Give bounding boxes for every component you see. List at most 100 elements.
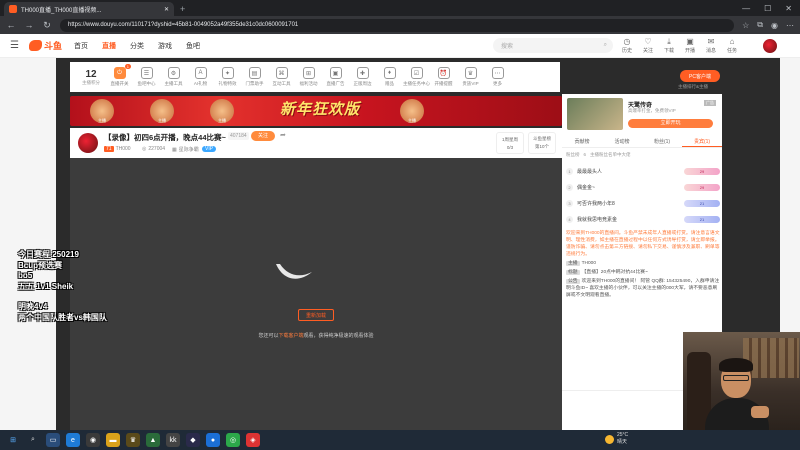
search-icon[interactable]: ⌕ (604, 42, 607, 49)
app-icon[interactable]: ● (206, 433, 220, 447)
tool-item[interactable]: ▣ 直播广告 (322, 67, 349, 87)
nav-games[interactable]: 游戏 (158, 41, 172, 51)
maximize-icon[interactable]: ☐ (764, 4, 771, 13)
tab-vip[interactable]: 贵宾(1) (682, 136, 722, 147)
search-input[interactable]: 搜索 ⌕ (493, 38, 613, 53)
reload-icon[interactable]: ↻ (42, 20, 52, 31)
video-player[interactable]: 重新加载 您还可以下载客户端观看，获得纯净极速的观看体验 (70, 158, 562, 430)
tool-item[interactable]: ⚙ 主播工具 (160, 67, 187, 87)
nav-category[interactable]: 分类 (130, 41, 144, 51)
star-rank-box[interactable]: 斗鱼星榜 第10个 (528, 132, 556, 154)
share-icon[interactable]: ➦ (280, 131, 286, 139)
tool-item[interactable]: ⊞ 福利活动 (295, 67, 322, 87)
history-button[interactable]: ◷ 历史 (620, 37, 634, 54)
rank-row[interactable]: 2 偶金金~ 29 (566, 182, 720, 192)
tool-item[interactable]: ✚ 正版周边 (349, 67, 376, 87)
tab-contribution[interactable]: 贡献榜 (562, 136, 602, 147)
weather-widget[interactable]: 25°C 晴天 (605, 432, 628, 446)
game-ad[interactable]: 天鹭传奇 高爆率打金，免费领VIP 立即开玩 广告 (564, 96, 720, 132)
close-window-icon[interactable]: ✕ (785, 4, 792, 13)
new-year-banner[interactable]: 主播 主播 主播 新年狂欢版 主播 (70, 96, 562, 126)
pc-client-button[interactable]: PC客户端 (680, 70, 720, 82)
start-icon[interactable]: ⊞ (6, 433, 20, 447)
tool-item[interactable]: ♦ 赠品 (376, 67, 403, 87)
reload-button[interactable]: 重新加载 (298, 309, 334, 321)
folder-icon[interactable]: ▬ (106, 433, 120, 447)
task-view-icon[interactable]: ▭ (46, 433, 60, 447)
header-icons: ◷ 历史 ♡ 关注 ⤓ 下载 ▣ 开播 ✉ 消息 ⌂ 任务 (620, 37, 739, 54)
browser-tab[interactable]: TH000直播_TH000直播视频... ✕ (4, 2, 174, 16)
tool-item[interactable]: ⌘ 互动工具 (268, 67, 295, 87)
app-icon[interactable]: ◆ (186, 433, 200, 447)
back-icon[interactable]: ← (6, 20, 16, 30)
nav-live[interactable]: 直播 (102, 41, 116, 51)
bookmark-star-icon[interactable]: ☆ (742, 21, 749, 30)
tool-item[interactable]: ⏰ 开播提醒 (430, 67, 457, 87)
menu-dots-icon[interactable]: ⋯ (786, 21, 794, 30)
user-avatar[interactable] (762, 38, 778, 54)
tool-label: 主播任务中心 (403, 81, 430, 86)
tool-label: 赠品 (385, 81, 394, 86)
game-app-icon[interactable]: ♛ (126, 433, 140, 447)
new-tab-icon[interactable]: + (180, 4, 185, 14)
minimize-icon[interactable]: — (742, 4, 750, 13)
tool-item[interactable]: ☰ 鱼吧中心 (133, 67, 160, 87)
messages-button[interactable]: ✉ 消息 (704, 37, 718, 54)
tool-item[interactable]: ♛ 贵族VIP (457, 67, 484, 87)
url-field[interactable]: https://www.douyu.com/110171?dyshid=45b8… (60, 18, 735, 32)
tool-icon: ⊞ (302, 67, 315, 79)
tool-item[interactable]: A AI礼物 (187, 67, 214, 87)
chrome-icon[interactable]: ◉ (86, 433, 100, 447)
nav-fishbar[interactable]: 鱼吧 (186, 41, 200, 51)
weekly-star-box[interactable]: 1周星周 0/3 (496, 132, 524, 154)
banner-figure: 主播 (150, 99, 174, 123)
rank-row[interactable]: 3 可否许我两小年8 21 (566, 198, 720, 208)
tool-label: 福利活动 (299, 81, 318, 86)
profile-icon[interactable]: ◉ (771, 21, 778, 30)
nav-home[interactable]: 首页 (74, 41, 88, 51)
room-category[interactable]: ▦ 星际争霸 (172, 146, 199, 154)
tool-badge: 1 (124, 64, 131, 69)
logo-text: 斗鱼 (43, 41, 62, 51)
app-icon[interactable]: ▲ (146, 433, 160, 447)
screen: TH000直播_TH000直播视频... ✕ + — ☐ ✕ ← → ↻ htt… (0, 0, 800, 450)
tool-item[interactable]: ▤ 门票助手 (241, 67, 268, 87)
tool-icon: ⌘ (275, 67, 288, 79)
extensions-icon[interactable]: ⧉ (757, 20, 763, 30)
tab-activity[interactable]: 活动榜 (602, 136, 642, 147)
tool-item[interactable]: ⋯ 更多 (484, 67, 511, 87)
tasks-button[interactable]: ⌂ 任务 (725, 37, 739, 54)
anchor-level[interactable]: 12 主播积分 (76, 69, 106, 86)
search-icon[interactable]: ⌕ (26, 433, 40, 447)
start-broadcast-button[interactable]: ▣ 开播 (683, 37, 697, 54)
rank-row[interactable]: 4 我就我思电竞素金 21 (566, 214, 720, 224)
close-tab-icon[interactable]: ✕ (164, 6, 169, 13)
app-icon[interactable]: ◈ (246, 433, 260, 447)
anchor-avatar[interactable] (78, 133, 98, 153)
rank-row[interactable]: 1 最最最头人 29 (566, 166, 720, 176)
download-client-link[interactable]: 下载客户端 (278, 333, 303, 339)
tool-item[interactable]: ⏻ 直播开关 1 (106, 64, 133, 87)
app-icon[interactable]: kk (166, 433, 180, 447)
tool-label: 鱼吧中心 (137, 81, 156, 86)
sun-icon (605, 434, 614, 444)
user-icon: ◎ (142, 146, 147, 152)
overlay-line: bo5 (18, 271, 33, 280)
douyu-logo[interactable]: 斗鱼 (28, 39, 62, 52)
app-icon[interactable]: ◎ (226, 433, 240, 447)
follow-button[interactable]: 关注 (251, 131, 275, 141)
download-button[interactable]: ⤓ 下载 (662, 37, 676, 54)
edge-icon[interactable]: e (66, 433, 80, 447)
download-icon: ⤓ (667, 37, 671, 46)
overlay-line: 明晚4v4 (18, 302, 48, 311)
tool-item[interactable]: ☑ 主播任务中心 (403, 67, 430, 87)
fan-badge: 29 (684, 183, 720, 191)
follow-button[interactable]: ♡ 关注 (641, 37, 655, 54)
overlay-line: 五五 1v1 Sheik (18, 281, 74, 291)
banner-figure: 主播 (210, 99, 234, 123)
hamburger-menu-icon[interactable]: ☰ (10, 40, 19, 51)
ad-play-button[interactable]: 立即开玩 (628, 119, 713, 128)
forward-icon[interactable]: → (24, 20, 34, 30)
tool-item[interactable]: ✦ 礼物特效 (214, 67, 241, 87)
tab-fans[interactable]: 粉丝(1) (642, 136, 682, 147)
